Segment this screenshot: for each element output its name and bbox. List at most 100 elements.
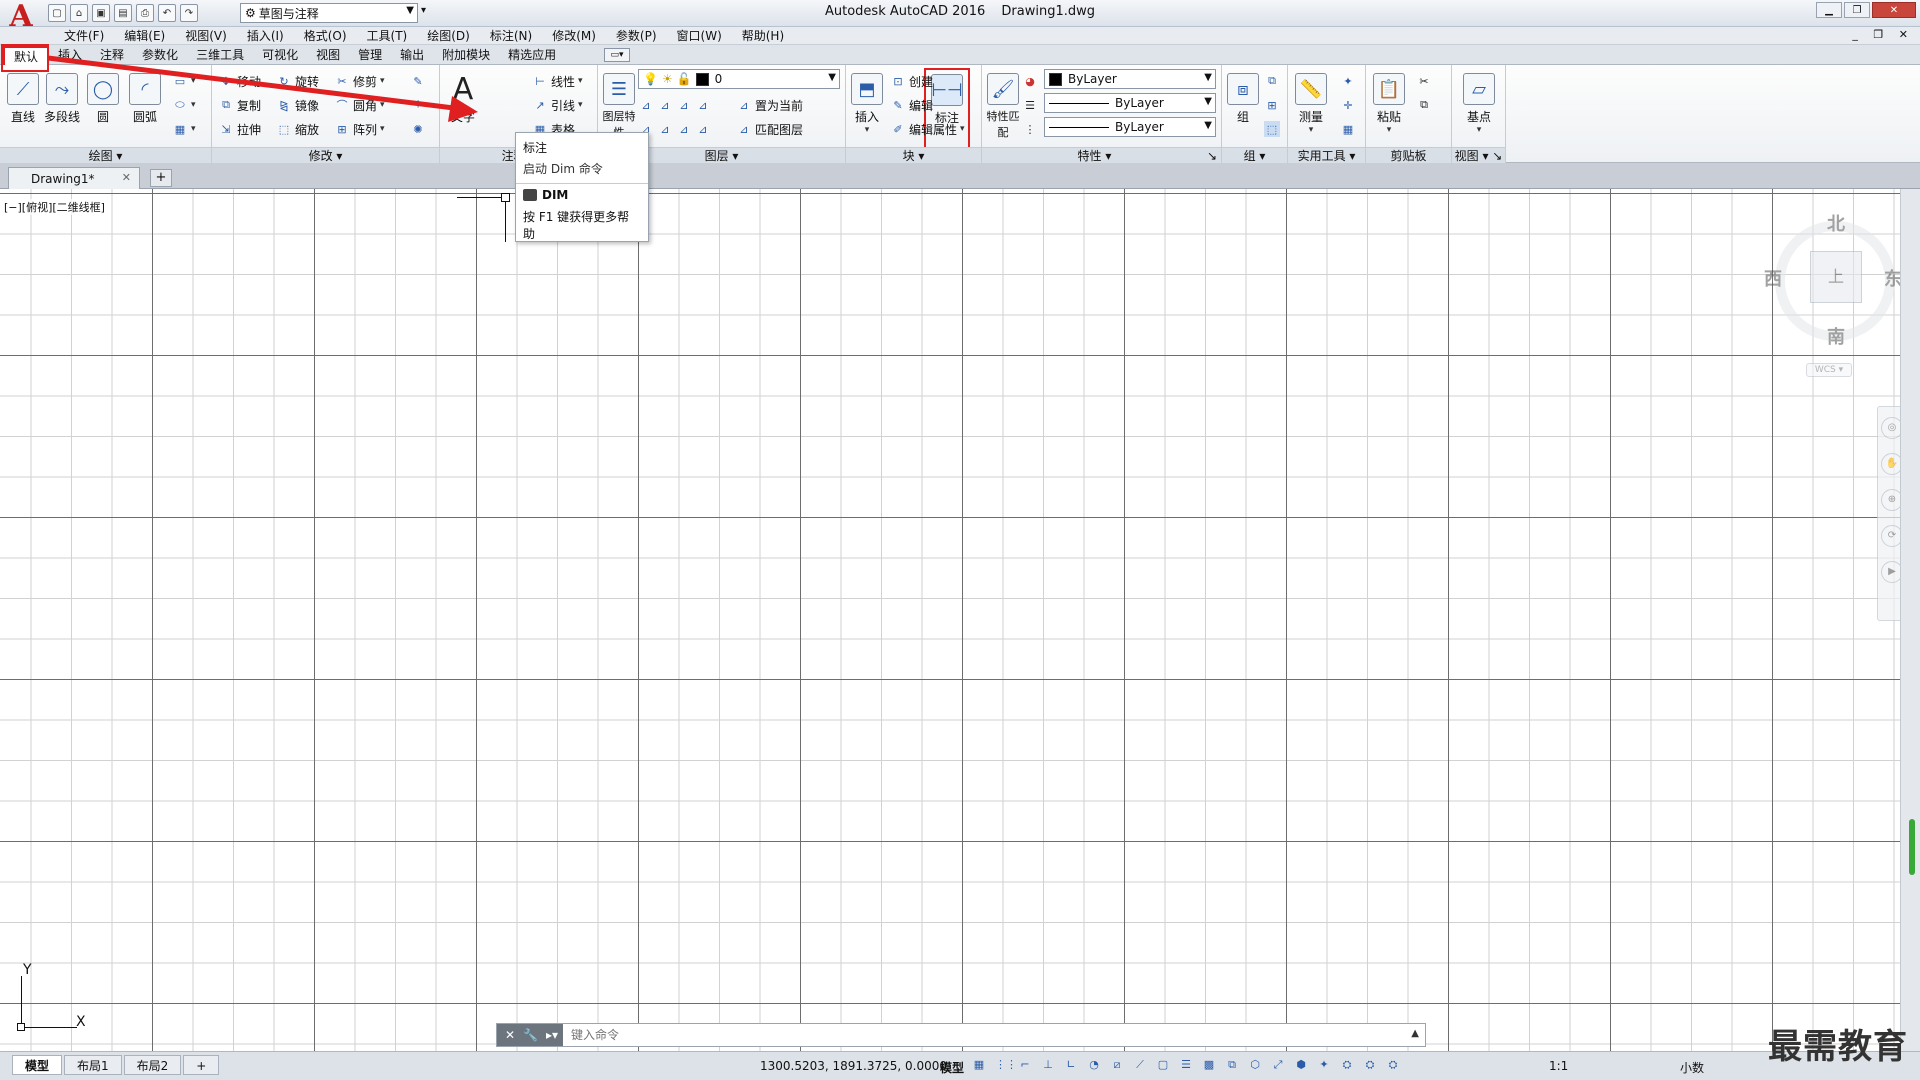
explode-tool[interactable]: ✺ — [410, 119, 426, 139]
file-tab-drawing1[interactable]: Drawing1* ✕ — [8, 167, 140, 189]
viewport-controls-label[interactable]: [−][俯视][二维线框] — [4, 199, 105, 215]
group-edit-icon[interactable]: ⊞ — [1264, 95, 1280, 115]
selection-cycling-icon[interactable]: ⧉ — [1225, 1058, 1239, 1072]
ungroup-icon[interactable]: ⧉ — [1264, 71, 1280, 91]
edit-block-tool[interactable]: ✎ 编辑 — [890, 95, 933, 115]
ellipse-tool[interactable]: ⬭ ▾ — [172, 95, 195, 115]
grid-icon[interactable]: ▦ — [972, 1058, 986, 1072]
fillet-tool[interactable]: ⌒ 圆角 ▾ — [334, 95, 385, 115]
linear-dim-tool[interactable]: ⊢ 线性 ▾ — [532, 71, 582, 91]
right-scroll-strip[interactable] — [1900, 189, 1920, 1051]
ribbon-tab-8[interactable]: 输出 — [391, 46, 433, 65]
linetype-list-icon[interactable]: ☰ — [1022, 95, 1038, 115]
ribbon-tab-6[interactable]: 视图 — [307, 46, 349, 65]
menu-item-2[interactable]: 视图(V) — [175, 28, 237, 44]
annotation-visibility-icon[interactable]: ⛭ — [1340, 1058, 1354, 1072]
close-tab-icon[interactable]: ✕ — [122, 171, 131, 184]
menu-item-10[interactable]: 窗口(W) — [667, 28, 732, 44]
ortho-icon[interactable]: ∟ — [1064, 1058, 1078, 1072]
modify-panel-title[interactable]: 修改 ▾ — [212, 147, 439, 163]
dynamic-ucs-icon[interactable]: ⤢ — [1271, 1058, 1285, 1072]
point-icon[interactable]: ✛ — [1340, 95, 1356, 115]
ribbon-tab-3[interactable]: 参数化 — [133, 46, 187, 65]
draw-panel-title[interactable]: 绘图 ▾ — [0, 147, 211, 163]
new-tab-button[interactable]: + — [150, 169, 172, 187]
leader-tool[interactable]: ↗ 引线 ▾ — [532, 95, 582, 115]
lineweight-dropdown[interactable]: ByLayer ▼ — [1044, 117, 1216, 137]
wrench-icon[interactable]: 🔧 — [523, 1028, 538, 1042]
close-icon[interactable]: ✕ — [505, 1028, 515, 1042]
menu-item-8[interactable]: 修改(M) — [542, 28, 606, 44]
restore-icon[interactable]: ❐ — [1844, 2, 1870, 18]
menu-item-5[interactable]: 工具(T) — [357, 28, 418, 44]
ribbon-tab-1[interactable]: 插入 — [49, 46, 91, 65]
model-space-toggle[interactable]: 模型 — [940, 1059, 964, 1076]
menu-item-0[interactable]: 文件(F) — [54, 28, 114, 44]
menu-item-4[interactable]: 格式(O) — [294, 28, 357, 44]
group-tool[interactable]: ⧈ 组 — [1224, 69, 1262, 141]
infer-constraints-icon[interactable]: ⌐ — [1018, 1058, 1032, 1072]
selection-filter-icon[interactable]: ⬢ — [1294, 1058, 1308, 1072]
polar-icon[interactable]: ◔ — [1087, 1058, 1101, 1072]
stretch-tool[interactable]: ⇲ 拉伸 — [218, 119, 261, 139]
array-tool[interactable]: ⊞ 阵列 ▾ — [334, 119, 384, 139]
copy-tool[interactable]: ⧉ 复制 — [218, 95, 261, 115]
isodraft-icon[interactable]: ⧄ — [1110, 1058, 1124, 1072]
annotation-scale-icon[interactable]: ⛭ — [1386, 1058, 1400, 1072]
units-display[interactable]: 小数 — [1680, 1059, 1704, 1076]
clipboard-panel-title[interactable]: 剪贴板 — [1366, 147, 1451, 163]
snap-icon[interactable]: ⋮⋮ — [995, 1058, 1017, 1072]
color-dropdown[interactable]: ByLayer ▼ — [1044, 69, 1216, 89]
layout-tab-layout1[interactable]: 布局1 — [64, 1055, 122, 1075]
dynamic-input-icon[interactable]: ⊥ — [1041, 1058, 1055, 1072]
circle-tool[interactable]: ◯ 圆 — [84, 69, 122, 141]
view-panel-title[interactable]: 视图 ▾ ↘ — [1452, 147, 1505, 163]
scroll-thumb[interactable] — [1909, 819, 1915, 875]
set-current-layer-tool[interactable]: ⊿ 置为当前 — [736, 95, 803, 115]
transparency-icon[interactable]: ▩ — [1202, 1058, 1216, 1072]
document-window-controls[interactable]: _ ❐ ✕ — [1852, 28, 1914, 41]
scale-tool[interactable]: ⬚ 缩放 — [276, 119, 319, 139]
ribbon-tab-2[interactable]: 注释 — [91, 46, 133, 65]
linetype-dropdown[interactable]: ByLayer ▼ — [1044, 93, 1216, 113]
calculator-icon[interactable]: ▦ — [1340, 119, 1356, 139]
properties-panel-title[interactable]: 特性 ▾ ↘ — [982, 147, 1221, 163]
ribbon-tab-10[interactable]: 精选应用 — [499, 46, 565, 65]
auto-scale-icon[interactable]: ⛭ — [1363, 1058, 1377, 1072]
measure-tool[interactable]: 📏 测量 ▾ — [1292, 69, 1330, 141]
copy-clip-icon[interactable]: ⧉ — [1416, 95, 1432, 115]
ribbon-tab-5[interactable]: 可视化 — [253, 46, 307, 65]
line-tool[interactable]: ⟋ 直线 — [4, 69, 42, 141]
compass-north[interactable]: 北 — [1827, 210, 1845, 236]
groups-panel-title[interactable]: 组 ▾ — [1222, 147, 1287, 163]
layer-properties-tool[interactable]: ☰图层特性 — [600, 69, 638, 141]
compass-west[interactable]: 西 — [1764, 265, 1782, 291]
menu-item-3[interactable]: 插入(I) — [237, 28, 294, 44]
lineweight-list-icon[interactable]: ⋮ — [1022, 119, 1038, 139]
menu-item-7[interactable]: 标注(N) — [480, 28, 542, 44]
command-input[interactable] — [571, 1028, 1425, 1042]
quick-select-icon[interactable]: ✦ — [1340, 71, 1356, 91]
chevron-up-icon[interactable]: ▲ — [1411, 1028, 1419, 1039]
edit-attributes-tool[interactable]: ✐ 编辑属性 ▾ — [890, 119, 964, 139]
base-view-tool[interactable]: ▱ 基点 ▾ — [1460, 69, 1498, 141]
drawing-canvas[interactable] — [0, 189, 1900, 1051]
cut-icon[interactable]: ✂ — [1416, 71, 1432, 91]
rectangle-tool[interactable]: ▭ ▾ — [172, 71, 196, 91]
block-panel-title[interactable]: 块 ▾ — [846, 147, 981, 163]
menu-item-1[interactable]: 编辑(E) — [114, 28, 175, 44]
cursor-coordinates[interactable]: 1300.5203, 1891.3725, 0.0000 — [760, 1059, 947, 1073]
minimize-icon[interactable]: ▁ — [1816, 2, 1842, 18]
object-snap-icon[interactable]: ▢ — [1156, 1058, 1170, 1072]
ribbon-tab-7[interactable]: 管理 — [349, 46, 391, 65]
object-snap-tracking-icon[interactable]: ⟋ — [1133, 1058, 1147, 1072]
layout-tab-model[interactable]: 模型 — [12, 1055, 63, 1075]
viewcube[interactable]: 上 北 南 东 西 WCS ▾ — [1760, 205, 1910, 377]
wcs-menu[interactable]: WCS ▾ — [1806, 363, 1852, 377]
lineweight-icon[interactable]: ☰ — [1179, 1058, 1193, 1072]
polyline-tool[interactable]: ⤳ 多段线 — [43, 69, 81, 141]
erase-tool[interactable]: ✎ — [410, 71, 426, 91]
match-layer-tool[interactable]: ⊿ 匹配图层 — [736, 119, 803, 139]
ribbon-tab-9[interactable]: 附加模块 — [433, 46, 499, 65]
offset-tool[interactable]: ⫶ — [410, 95, 426, 115]
